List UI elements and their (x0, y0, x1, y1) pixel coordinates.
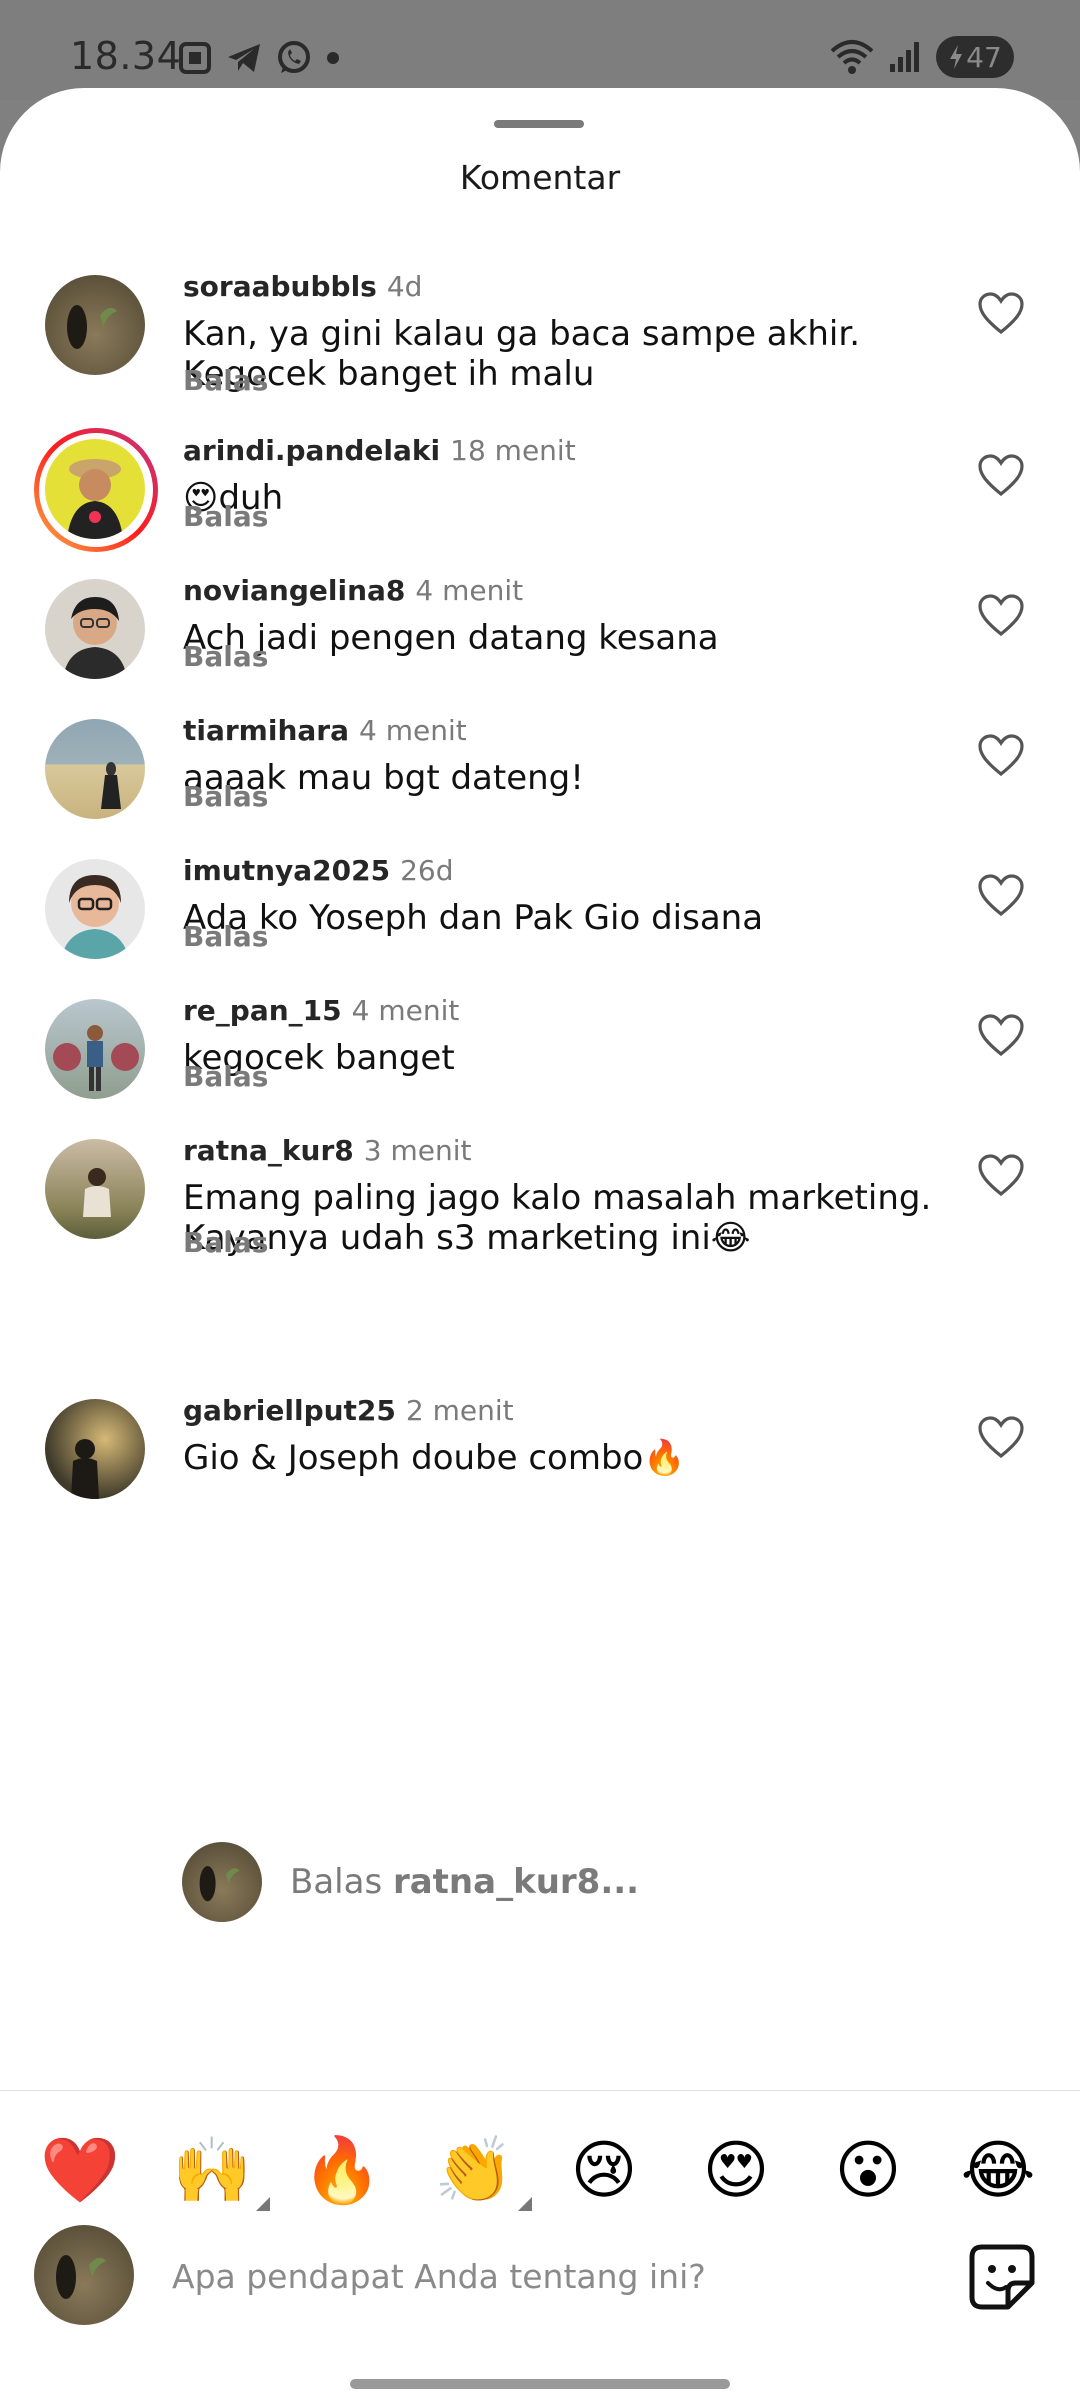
drag-handle[interactable] (494, 120, 584, 128)
comment-text: Ach jadi pengen datang kesana (183, 618, 719, 658)
comment-text: Kan, ya gini kalau ga baca sampe akhir. … (183, 314, 860, 394)
comment-composer: ❤️ 🙌 🔥 👏 😢 😍 😮 😂 (0, 2090, 1080, 2400)
reply-button[interactable]: Balas (183, 780, 268, 813)
comment-time: 18 menit (450, 434, 576, 467)
emoji-fire[interactable]: 🔥 (292, 2121, 392, 2221)
comment-text: Gio & Joseph doube combo🔥 (183, 1438, 686, 1478)
screenshot-icon (179, 42, 211, 74)
telegram-icon (228, 44, 260, 72)
like-heart-icon[interactable] (978, 1416, 1024, 1458)
sticker-icon[interactable] (968, 2243, 1036, 2311)
battery-indicator: 47 (936, 36, 1014, 78)
emoji-surprised[interactable]: 😮 (818, 2121, 918, 2221)
variant-indicator-icon (256, 2197, 270, 2211)
avatar[interactable] (45, 579, 145, 679)
whatsapp-icon (278, 41, 310, 73)
avatar[interactable] (45, 439, 145, 539)
like-heart-icon[interactable] (978, 594, 1024, 636)
comment-text: aaaak mau bgt dateng! (183, 758, 584, 798)
like-heart-icon[interactable] (978, 874, 1024, 916)
charging-icon (950, 45, 963, 69)
avatar[interactable] (45, 275, 145, 375)
like-heart-icon[interactable] (978, 292, 1024, 334)
dot-icon (327, 52, 339, 64)
comment-username[interactable]: imutnya2025 26d (183, 854, 454, 887)
system-icons: 47 (830, 36, 1014, 78)
status-bar: 18.34 47 (0, 0, 1080, 100)
reply-button[interactable]: Balas (183, 500, 268, 533)
comment-username[interactable]: re_pan_15 4 menit (183, 994, 459, 1027)
quick-emoji-bar: ❤️ 🙌 🔥 👏 😢 😍 😮 😂 (0, 2121, 1080, 2221)
emoji-heart-eyes[interactable]: 😍 (686, 2121, 786, 2221)
comment-time: 4 menit (359, 714, 467, 747)
user-avatar (34, 2225, 134, 2325)
status-time: 18.34 (70, 34, 182, 78)
home-indicator[interactable] (350, 2379, 730, 2389)
comment-username[interactable]: tiarmihara 4 menit (183, 714, 467, 747)
comment-time: 4 menit (415, 574, 524, 607)
comment-input[interactable] (172, 2251, 872, 2301)
comment-text: Emang paling jago kalo masalah marketing… (183, 1178, 932, 1258)
comment-username[interactable]: noviangelina8 4 menit (183, 574, 523, 607)
notification-icons (178, 40, 340, 76)
comment-time: 2 menit (405, 1394, 514, 1427)
emoji-crying[interactable]: 😢 (554, 2121, 654, 2221)
avatar[interactable] (45, 859, 145, 959)
comment-time: 3 menit (363, 1134, 472, 1167)
emoji-raising-hands[interactable]: 🙌 (162, 2121, 270, 2221)
emoji-heart[interactable]: ❤️ (30, 2121, 130, 2221)
comment-time: 4 menit (351, 994, 460, 1027)
emoji-tears-of-joy[interactable]: 😂 (948, 2121, 1048, 2221)
wifi-icon (830, 40, 874, 74)
reply-button[interactable]: Balas (183, 920, 268, 953)
variant-indicator-icon (518, 2197, 532, 2211)
comment-username[interactable]: ratna_kur8 3 menit (183, 1134, 472, 1167)
avatar (182, 1842, 262, 1922)
reply-button[interactable]: Balas (183, 640, 268, 673)
comment-time: 4d (386, 270, 423, 303)
avatar[interactable] (45, 1399, 145, 1499)
reply-to-prompt[interactable]: Balas ratna_kur8... (290, 1862, 639, 1902)
comments-sheet: Komentar soraabubbls 4d Kan, ya gini kala… (0, 88, 1080, 2400)
like-heart-icon[interactable] (978, 1014, 1024, 1056)
reply-button[interactable]: Balas (183, 364, 268, 397)
emoji-clapping[interactable]: 👏 (424, 2121, 532, 2221)
comment-username[interactable]: arindi.pandelaki 18 menit (183, 434, 576, 467)
comment-time: 26d (400, 854, 454, 887)
sheet-title: Komentar (459, 158, 621, 197)
like-heart-icon[interactable] (978, 454, 1024, 496)
comment-text: Ada ko Yoseph dan Pak Gio disana (183, 898, 764, 938)
comment-text: kegocek banget (183, 1038, 455, 1078)
comment-username[interactable]: soraabubbls 4d (183, 270, 422, 303)
comment-text: 😍duh (183, 478, 284, 518)
avatar[interactable] (45, 719, 145, 819)
battery-level: 47 (966, 40, 1002, 74)
like-heart-icon[interactable] (978, 734, 1024, 776)
reply-button[interactable]: Balas (183, 1060, 268, 1093)
reply-button[interactable]: Balas (183, 1226, 268, 1259)
comment-username[interactable]: gabriellput25 2 menit (183, 1394, 514, 1427)
avatar[interactable] (45, 999, 145, 1099)
avatar[interactable] (45, 1139, 145, 1239)
like-heart-icon[interactable] (978, 1154, 1024, 1196)
signal-icon (890, 42, 919, 72)
